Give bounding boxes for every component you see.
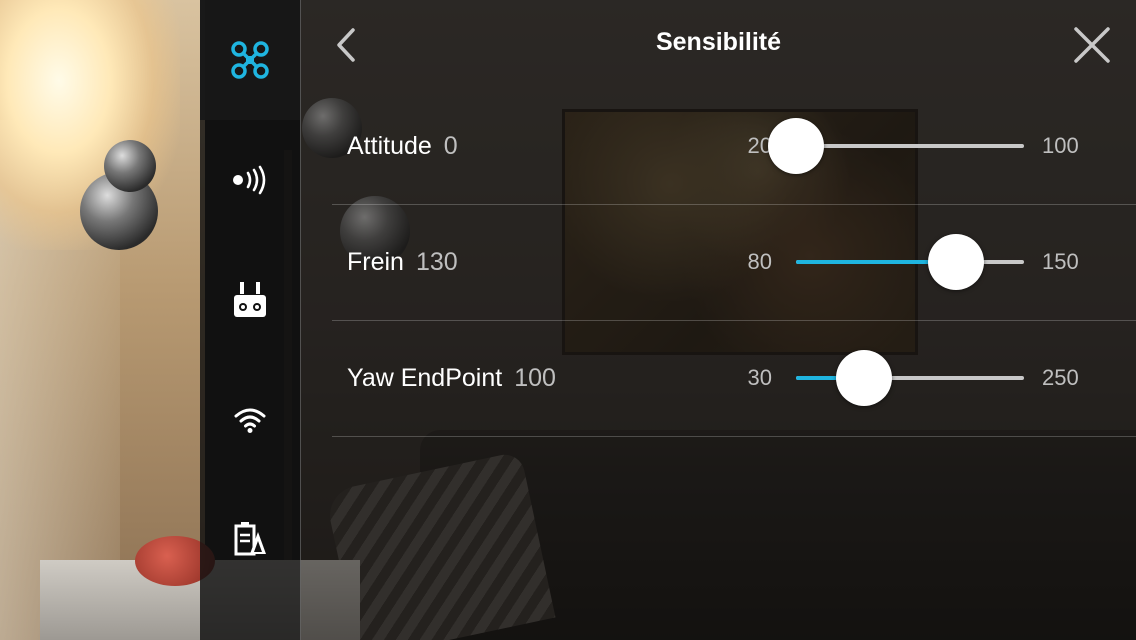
setting-label: Attitude 0 xyxy=(347,88,458,204)
remote-controller-icon xyxy=(234,282,266,317)
yaw-endpoint-slider[interactable] xyxy=(796,350,1024,406)
slider-thumb[interactable] xyxy=(927,234,984,290)
slider-max-label: 150 xyxy=(1042,249,1079,274)
sensitivity-panel: Sensibilité Attitude 0 20 100 Frein 130 80… xyxy=(301,0,1136,640)
setting-value: 0 xyxy=(443,132,458,160)
setting-name: Attitude xyxy=(347,132,432,160)
page-title: Sensibilité xyxy=(655,28,782,56)
battery-icon xyxy=(234,522,266,556)
slider-max-label: 250 xyxy=(1042,365,1079,390)
sidebar xyxy=(200,0,301,640)
setting-row-attitude: Attitude 0 20 100 xyxy=(332,88,1136,205)
sidebar-item-remote-controller[interactable] xyxy=(200,240,300,360)
attitude-slider[interactable] xyxy=(768,118,1024,174)
frein-slider[interactable] xyxy=(796,234,1024,290)
setting-name: Frein xyxy=(347,248,404,276)
sidebar-item-signal[interactable] xyxy=(200,120,300,240)
sidebar-item-aircraft[interactable] xyxy=(200,0,300,120)
sidebar-item-battery[interactable] xyxy=(200,480,300,600)
setting-value: 130 xyxy=(415,248,458,276)
slider-min-label: 30 xyxy=(747,365,772,390)
wifi-icon xyxy=(234,408,266,433)
setting-row-yaw-endpoint: Yaw EndPoint 100 30 250 xyxy=(332,320,1136,437)
setting-name: Yaw EndPoint xyxy=(347,364,503,392)
setting-value: 100 xyxy=(514,364,556,392)
close-button[interactable] xyxy=(1073,26,1111,64)
setting-row-frein: Frein 130 80 150 xyxy=(332,204,1136,321)
slider-thumb[interactable] xyxy=(768,118,824,174)
setting-label: Yaw EndPoint 100 xyxy=(347,320,556,436)
slider-min-label: 80 xyxy=(747,249,772,274)
signal-icon xyxy=(233,165,266,195)
setting-label: Frein 130 xyxy=(347,204,458,320)
sidebar-item-wifi[interactable] xyxy=(200,360,300,480)
slider-min-label: 20 xyxy=(747,133,772,158)
aircraft-icon xyxy=(231,41,269,79)
slider-max-label: 100 xyxy=(1042,133,1079,158)
slider-thumb[interactable] xyxy=(836,350,893,406)
close-icon xyxy=(1074,27,1110,63)
